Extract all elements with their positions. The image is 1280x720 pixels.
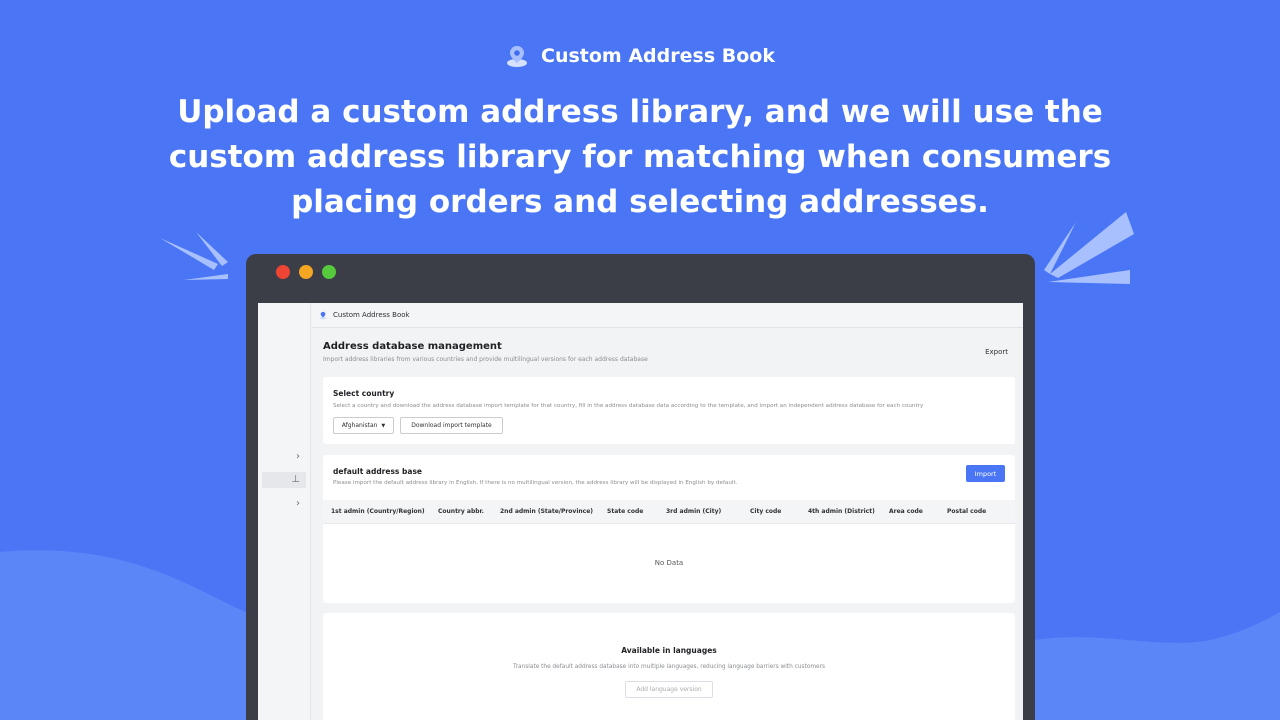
headline: Upload a custom address library, and we … (168, 94, 1112, 220)
burst-left-decoration (160, 232, 228, 280)
select-country-title: Select country (333, 389, 395, 398)
sidebar-expand-item-2[interactable]: › (262, 496, 306, 512)
brand-header: Custom Address Book (0, 44, 1280, 68)
app-screen: › ⊥ › Custom Address Book Address databa… (258, 303, 1023, 720)
brand-name: Custom Address Book (541, 45, 775, 67)
page-title: Address database management (323, 341, 502, 352)
column-header[interactable]: Postal code (947, 508, 986, 515)
languages-card: Available in languages Translate the def… (323, 613, 1015, 720)
column-header[interactable]: 3rd admin (City) (666, 508, 721, 515)
country-select-value: Afghanistan (341, 422, 378, 429)
country-select[interactable]: Afghanistan ▼ (333, 417, 394, 434)
column-header[interactable]: Area code (889, 508, 923, 515)
map-pin-icon (320, 311, 326, 319)
page-subtitle: Import address libraries from various co… (323, 356, 648, 363)
column-header[interactable]: 4th admin (District) (808, 508, 875, 515)
languages-description: Translate the default address database i… (512, 664, 826, 670)
pin-icon: ⊥ (291, 474, 300, 485)
column-header[interactable]: State code (607, 508, 643, 515)
window-controls (276, 265, 336, 279)
empty-table-text: No Data (654, 559, 684, 567)
export-button[interactable]: Export (985, 348, 1008, 356)
close-window-button[interactable] (276, 265, 290, 279)
minimize-window-button[interactable] (299, 265, 313, 279)
column-header[interactable]: 2nd admin (State/Province) (500, 508, 593, 515)
default-address-base-card: default address base Please import the d… (323, 455, 1015, 603)
add-language-button[interactable]: Add language version (625, 681, 713, 698)
import-button[interactable]: Import (966, 465, 1005, 482)
burst-right-decoration (1044, 212, 1134, 284)
select-country-card: Select country Select a country and down… (323, 377, 1015, 444)
select-country-description: Select a country and download the addres… (333, 403, 924, 409)
chevron-right-icon: › (296, 498, 300, 509)
languages-title: Available in languages (621, 646, 717, 655)
sidebar-expand-item[interactable]: › (262, 449, 306, 465)
address-table-header: 1st admin (Country/Region) Country abbr.… (323, 500, 1015, 524)
maximize-window-button[interactable] (322, 265, 336, 279)
app-window: › ⊥ › Custom Address Book Address databa… (246, 254, 1035, 720)
column-header[interactable]: 1st admin (Country/Region) (331, 508, 425, 515)
sidebar: › ⊥ › (258, 303, 311, 720)
map-pin-icon (507, 46, 528, 67)
column-header[interactable]: City code (750, 508, 781, 515)
caret-down-icon: ▼ (381, 422, 386, 429)
app-name: Custom Address Book (333, 311, 410, 319)
sidebar-pin-item[interactable]: ⊥ (262, 472, 306, 488)
default-base-description: Please import the default address librar… (333, 480, 738, 486)
app-title-bar: Custom Address Book (312, 303, 1023, 328)
column-header[interactable]: Country abbr. (438, 508, 484, 515)
download-template-button[interactable]: Download import template (400, 417, 503, 434)
default-base-title: default address base (333, 467, 422, 476)
main-content: Address database management Import addre… (312, 329, 1023, 720)
chevron-right-icon: › (296, 451, 300, 462)
